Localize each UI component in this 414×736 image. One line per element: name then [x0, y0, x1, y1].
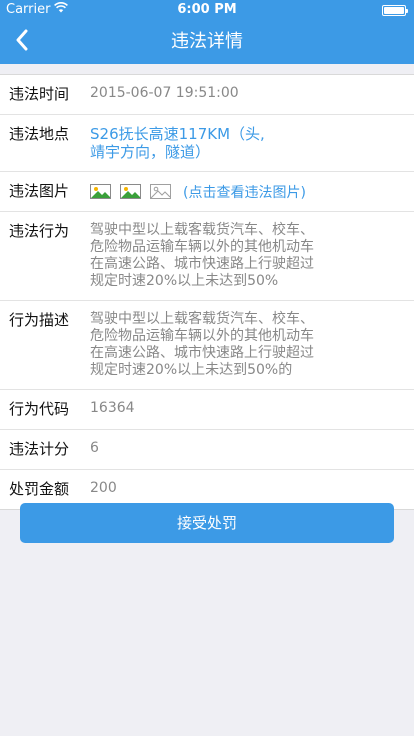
row-violation-location: 违法地点 S26抚长高速117KM（头,靖宇方向，隧道） [0, 115, 414, 172]
violation-points-label: 违法计分 [9, 440, 70, 458]
row-behavior-code: 行为代码 16364 [0, 390, 414, 430]
behavior-description-value: 驾驶中型以上载客载货汽车、校车、危险物品运输车辆以外的其他机动车在高速公路、城市… [90, 311, 314, 378]
violation-images: (点击查看违法图片) [90, 182, 306, 201]
violation-detail-list: 违法时间 2015-06-07 19:51:00 违法地点 S26抚长高速117… [0, 74, 414, 510]
violation-behavior-value: 驾驶中型以上载客载货汽车、校车、危险物品运输车辆以外的其他机动车在高速公路、城市… [90, 222, 314, 289]
violation-time-value: 2015-06-07 19:51:00 [90, 85, 239, 101]
row-violation-time: 违法时间 2015-06-07 19:51:00 [0, 75, 414, 115]
top-bar: Carrier 6:00 PM 违法详情 [0, 0, 414, 64]
row-behavior-description: 行为描述 驾驶中型以上载客载货汽车、校车、危险物品运输车辆以外的其他机动车在高速… [0, 301, 414, 390]
fine-amount-value: 200 [90, 480, 117, 496]
row-violation-images: 违法图片 (点击查看违法图片) [0, 172, 414, 212]
image-icon[interactable] [90, 184, 111, 199]
view-images-link[interactable]: (点击查看违法图片) [183, 182, 306, 202]
violation-images-label: 违法图片 [9, 182, 70, 200]
behavior-code-value: 16364 [90, 400, 135, 416]
behavior-code-label: 行为代码 [9, 400, 70, 418]
behavior-description-label: 行为描述 [9, 311, 70, 329]
nav-bar: 违法详情 [0, 20, 414, 64]
battery-icon [382, 5, 408, 16]
violation-time-label: 违法时间 [9, 85, 70, 103]
image-icon[interactable] [120, 184, 141, 199]
page-title: 违法详情 [171, 31, 243, 52]
violation-location-value: S26抚长高速117KM（头,靖宇方向，隧道） [90, 125, 265, 161]
violation-points-value: 6 [90, 440, 99, 456]
fine-amount-label: 处罚金额 [9, 480, 70, 498]
status-time: 6:00 PM [177, 2, 237, 17]
accept-penalty-button[interactable]: 接受处罚 [20, 503, 394, 543]
row-violation-points: 违法计分 6 [0, 430, 414, 470]
violation-location-label: 违法地点 [9, 125, 70, 143]
image-placeholder-icon[interactable] [150, 184, 171, 199]
violation-behavior-label: 违法行为 [9, 222, 70, 240]
status-bar: Carrier 6:00 PM [0, 0, 414, 20]
row-violation-behavior: 违法行为 驾驶中型以上载客载货汽车、校车、危险物品运输车辆以外的其他机动车在高速… [0, 212, 414, 301]
